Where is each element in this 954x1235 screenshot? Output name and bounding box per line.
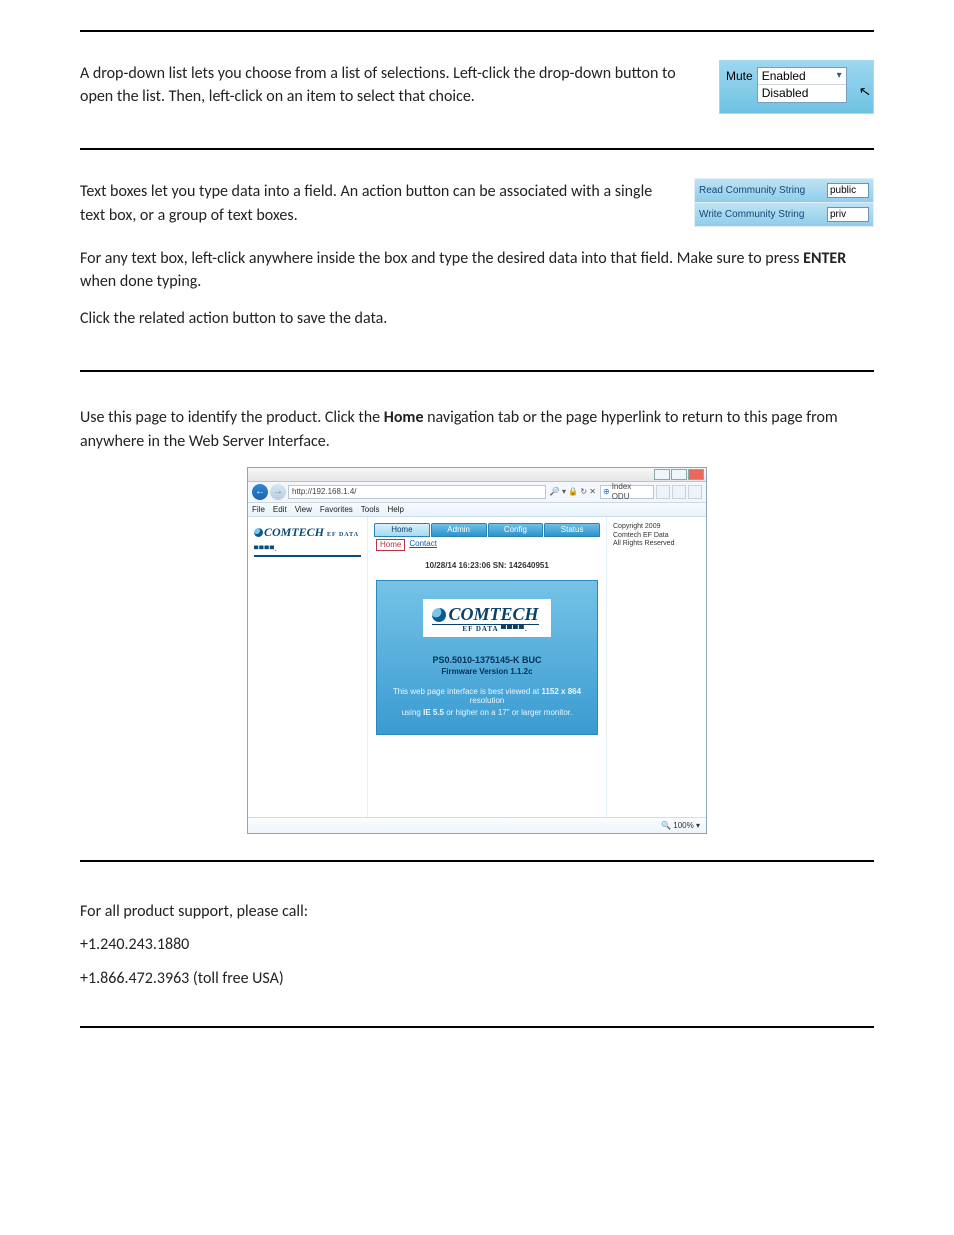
- menu-item[interactable]: Favorites: [320, 505, 353, 515]
- toolbar-tools-icon[interactable]: [688, 485, 702, 499]
- browser-toolbar: ← → http://192.168.1.4/ 🔎 ▾ 🔒 ↻ ✕ ⊕ Inde…: [248, 482, 706, 503]
- content-right-sidebar: Copyright 2009 Comtech EF Data All Right…: [606, 517, 706, 817]
- page-icon: ⊕: [603, 487, 610, 497]
- page-content: COMTECH EF DATA ▀▀▀▀. Home Admin Config …: [248, 517, 706, 817]
- dropdown-option-1[interactable]: Disabled: [758, 84, 846, 101]
- address-bar[interactable]: http://192.168.1.4/: [288, 485, 546, 499]
- toolbar-home-icon[interactable]: [656, 485, 670, 499]
- support-heading: For all product support, please call:: [80, 900, 874, 923]
- forward-button[interactable]: →: [270, 484, 286, 500]
- chevron-down-icon: ▾: [837, 70, 842, 82]
- back-button[interactable]: ←: [252, 484, 268, 500]
- dropdown-example-menu[interactable]: Enabled ▾ Disabled: [757, 67, 847, 103]
- toolbar-favorites-icon[interactable]: [672, 485, 686, 499]
- firmware-version: Firmware Version 1.1.2c: [387, 667, 587, 677]
- menu-item[interactable]: File: [252, 505, 265, 515]
- search-controls-icon: 🔎 ▾ 🔒 ↻ ✕: [548, 487, 598, 497]
- read-community-input[interactable]: [827, 183, 869, 198]
- tab-config[interactable]: Config: [488, 523, 544, 537]
- home-section: Use this page to identify the product. C…: [0, 372, 954, 860]
- textbox-example-label: Write Community String: [699, 208, 804, 221]
- textbox-example-row: Write Community String: [695, 202, 873, 226]
- nav-subtabs: Home Contact: [368, 539, 606, 555]
- menu-item[interactable]: Tools: [361, 505, 380, 515]
- content-main: Home Admin Config Status Home Contact 10…: [368, 517, 606, 817]
- support-section: For all product support, please call: +1…: [0, 862, 954, 1026]
- copyright-line: All Rights Reserved: [613, 540, 700, 548]
- copyright-line: Comtech EF Data: [613, 532, 700, 540]
- dropdown-example-label: Mute: [726, 67, 753, 83]
- support-phone-1: +1.240.243.1880: [80, 933, 874, 956]
- dropdown-example: Mute Enabled ▾ Disabled ↖: [719, 60, 874, 114]
- brand-logo-small: COMTECH EF DATA ▀▀▀▀.: [254, 525, 361, 557]
- brand-logo-large: COMTECH EF DATA ▀▀▀▀.: [423, 599, 550, 637]
- section-divider: [80, 1026, 874, 1028]
- product-model: PS0.5010-1375145-K BUC: [387, 655, 587, 666]
- copyright-line: Copyright 2009: [613, 523, 700, 531]
- textbox-description-1: Text boxes let you type data into a fiel…: [80, 180, 674, 226]
- tab-status[interactable]: Status: [544, 523, 600, 537]
- window-titlebar: [248, 468, 706, 482]
- textbox-example: Read Community String Write Community St…: [694, 178, 874, 227]
- browser-statusbar: 🔍 100% ▾: [248, 817, 706, 833]
- browser-tab-title[interactable]: ⊕ Index ODU: [600, 485, 654, 499]
- browser-menubar: File Edit View Favorites Tools Help: [248, 503, 706, 518]
- dropdown-description: A drop-down list lets you choose from a …: [80, 62, 699, 108]
- textbox-example-row: Read Community String: [695, 179, 873, 202]
- textbox-section: Text boxes let you type data into a fiel…: [0, 150, 954, 370]
- write-community-input[interactable]: [827, 207, 869, 222]
- menu-item[interactable]: View: [295, 505, 312, 515]
- datetime-header: 10/28/14 16:23:06 SN: 142640951: [368, 555, 606, 581]
- cursor-icon: ↖: [858, 82, 872, 101]
- nav-tabs: Home Admin Config Status: [368, 517, 606, 539]
- subtab-home[interactable]: Home: [376, 539, 405, 551]
- resolution-note: This web page interface is best viewed a…: [387, 687, 587, 706]
- menu-item[interactable]: Edit: [273, 505, 287, 515]
- zoom-indicator[interactable]: 🔍 100% ▾: [661, 821, 700, 831]
- window-close-icon[interactable]: [688, 469, 704, 480]
- browser-note: using IE 5.5 or higher on a 17" or large…: [387, 708, 587, 718]
- dropdown-section: A drop-down list lets you choose from a …: [0, 32, 954, 148]
- subtab-contact[interactable]: Contact: [409, 539, 437, 551]
- product-card: COMTECH EF DATA ▀▀▀▀. PS0.5010-1375145-K…: [376, 580, 598, 734]
- textbox-description-2: For any text box, left-click anywhere in…: [80, 247, 874, 293]
- textbox-description-3: Click the related action button to save …: [80, 307, 874, 330]
- home-description: Use this page to identify the product. C…: [80, 406, 874, 452]
- menu-item[interactable]: Help: [387, 505, 403, 515]
- content-left-sidebar: COMTECH EF DATA ▀▀▀▀.: [248, 517, 368, 817]
- brand-globe-icon: [432, 608, 446, 622]
- tab-home[interactable]: Home: [374, 523, 430, 537]
- support-phone-2: +1.866.472.3963 (toll free USA): [80, 967, 874, 990]
- dropdown-option-0[interactable]: Enabled ▾: [758, 68, 846, 84]
- tab-admin[interactable]: Admin: [431, 523, 487, 537]
- textbox-example-label: Read Community String: [699, 184, 805, 197]
- browser-screenshot: ← → http://192.168.1.4/ 🔎 ▾ 🔒 ↻ ✕ ⊕ Inde…: [247, 467, 707, 835]
- window-minimize-icon[interactable]: [654, 469, 670, 480]
- window-maximize-icon[interactable]: [671, 469, 687, 480]
